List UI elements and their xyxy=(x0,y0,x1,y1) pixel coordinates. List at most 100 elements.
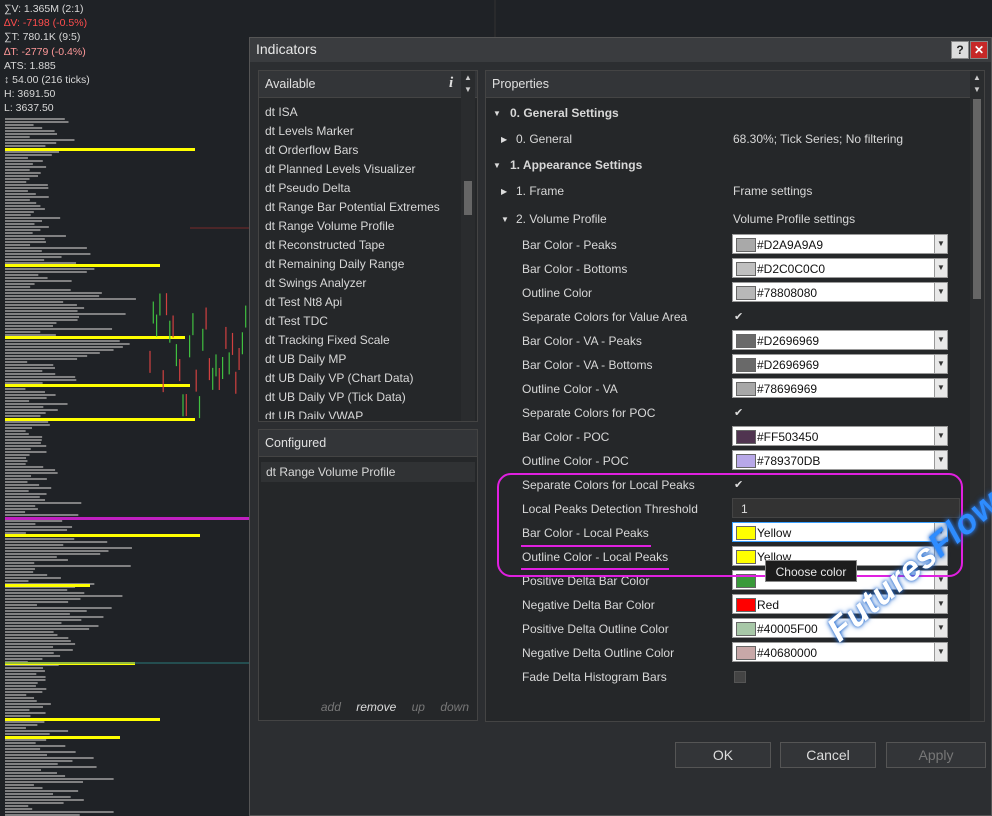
property-row[interactable]: Fade Delta Histogram Bars xyxy=(486,665,962,689)
available-scrollbar[interactable]: ▲ ▼ xyxy=(461,71,475,421)
available-item[interactable]: dt Levels Marker xyxy=(265,122,465,141)
property-row[interactable]: Bar Color - POC #FF503450 ▼ xyxy=(486,425,962,449)
property-row[interactable]: Bar Color - Bottoms #D2C0C0C0 ▼ xyxy=(486,257,962,281)
property-row[interactable]: ▼ 1. Appearance Settings xyxy=(486,153,962,177)
dropdown-arrow-icon[interactable]: ▼ xyxy=(934,355,947,373)
color-value: #78696969 xyxy=(757,382,818,396)
scroll-up-icon[interactable]: ▲ xyxy=(973,73,981,82)
property-label: Negative Delta Outline Color xyxy=(522,646,675,660)
dropdown-arrow-icon[interactable]: ▼ xyxy=(934,331,947,349)
add-button[interactable]: add xyxy=(321,700,341,714)
scroll-up-icon[interactable]: ▲ xyxy=(464,73,472,82)
available-item[interactable]: dt Orderflow Bars xyxy=(265,141,465,160)
color-picker[interactable]: #D2A9A9A9 ▼ xyxy=(732,234,948,254)
property-row[interactable]: ▶ 0. General 68.30%; Tick Series; No filte… xyxy=(486,127,962,151)
dropdown-arrow-icon[interactable]: ▼ xyxy=(934,643,947,661)
color-picker[interactable]: #D2696969 ▼ xyxy=(732,354,948,374)
property-row[interactable]: ▼ 0. General Settings xyxy=(486,101,962,125)
available-item[interactable]: dt Test Nt8 Api xyxy=(265,293,465,312)
histogram-bar xyxy=(5,796,71,798)
checkbox[interactable] xyxy=(734,671,746,683)
available-item[interactable]: dt UB Daily VP (Chart Data) xyxy=(265,369,465,388)
property-label: Separate Colors for Value Area xyxy=(522,310,688,324)
histogram-bar xyxy=(5,763,58,765)
checkbox[interactable]: ✔ xyxy=(734,406,743,419)
property-row[interactable]: ▶ 1. Frame Frame settings xyxy=(486,179,962,203)
available-item[interactable]: dt Range Volume Profile xyxy=(265,217,465,236)
property-row[interactable]: Outline Color - VA #78696969 ▼ xyxy=(486,377,962,401)
color-picker[interactable]: #FF503450 ▼ xyxy=(732,426,948,446)
property-row[interactable]: Separate Colors for Value Area ✔ xyxy=(486,305,962,329)
remove-button[interactable]: remove xyxy=(356,700,396,714)
available-item[interactable]: dt UB Daily VWAP xyxy=(265,407,465,419)
histogram-bar xyxy=(5,205,41,207)
histogram-bar xyxy=(5,340,120,342)
scroll-thumb[interactable] xyxy=(973,99,981,299)
color-picker[interactable]: #D2696969 ▼ xyxy=(732,330,948,350)
collapse-arrow-icon[interactable]: ▶ xyxy=(501,135,507,144)
available-item[interactable]: dt Tracking Fixed Scale xyxy=(265,331,465,350)
down-button[interactable]: down xyxy=(440,700,469,714)
info-icon[interactable]: i xyxy=(449,75,453,92)
property-row[interactable]: Bar Color - VA - Peaks #D2696969 ▼ xyxy=(486,329,962,353)
available-item[interactable]: dt Pseudo Delta xyxy=(265,179,465,198)
available-item[interactable]: dt Swings Analyzer xyxy=(265,274,465,293)
dropdown-arrow-icon[interactable]: ▼ xyxy=(934,283,947,301)
scroll-down-icon[interactable]: ▼ xyxy=(464,85,472,94)
histogram-bar xyxy=(5,631,54,633)
expand-arrow-icon[interactable]: ▼ xyxy=(493,109,501,118)
dropdown-arrow-icon[interactable]: ▼ xyxy=(934,235,947,253)
dropdown-arrow-icon[interactable]: ▼ xyxy=(934,427,947,445)
property-row[interactable]: Outline Color - POC #789370DB ▼ xyxy=(486,449,962,473)
cancel-button[interactable]: Cancel xyxy=(780,742,876,768)
color-picker[interactable]: #D2C0C0C0 ▼ xyxy=(732,258,948,278)
scroll-thumb[interactable] xyxy=(464,181,472,215)
available-item[interactable]: dt ISA xyxy=(265,103,465,122)
histogram-bar xyxy=(5,271,87,273)
histogram-bar xyxy=(5,223,35,225)
properties-scrollbar[interactable]: ▲ ▼ xyxy=(970,71,984,721)
color-picker[interactable]: #78696969 ▼ xyxy=(732,378,948,398)
available-item[interactable]: dt UB Daily MP xyxy=(265,350,465,369)
histogram-bar xyxy=(5,571,34,573)
available-item[interactable]: dt Range Bar Potential Extremes xyxy=(265,198,465,217)
property-row[interactable]: Bar Color - Peaks #D2A9A9A9 ▼ xyxy=(486,233,962,257)
available-item[interactable]: dt UB Daily VP (Tick Data) xyxy=(265,388,465,407)
histogram-bar xyxy=(5,352,100,354)
available-item[interactable]: dt Reconstructed Tape xyxy=(265,236,465,255)
ok-button[interactable]: OK xyxy=(675,742,771,768)
color-value: #FF503450 xyxy=(757,430,819,444)
dropdown-arrow-icon[interactable]: ▼ xyxy=(934,451,947,469)
scroll-down-icon[interactable]: ▼ xyxy=(973,85,981,94)
available-item[interactable]: dt Remaining Daily Range xyxy=(265,255,465,274)
color-picker[interactable]: #78808080 ▼ xyxy=(732,282,948,302)
property-row[interactable]: ▼ 2. Volume Profile Volume Profile setting… xyxy=(486,207,962,231)
color-picker[interactable]: #789370DB ▼ xyxy=(732,450,948,470)
property-row[interactable]: Negative Delta Outline Color #40680000 ▼ xyxy=(486,641,962,665)
checkbox[interactable]: ✔ xyxy=(734,310,743,323)
histogram-bar xyxy=(5,673,37,675)
property-row[interactable]: Outline Color #78808080 ▼ xyxy=(486,281,962,305)
help-button[interactable]: ? xyxy=(951,41,969,59)
histogram-bar xyxy=(5,220,42,222)
dropdown-arrow-icon[interactable]: ▼ xyxy=(934,619,947,637)
property-row[interactable]: Bar Color - VA - Bottoms #D2696969 ▼ xyxy=(486,353,962,377)
histogram-bar xyxy=(5,442,41,444)
histogram-bar xyxy=(5,211,34,213)
expand-arrow-icon[interactable]: ▼ xyxy=(493,161,501,170)
expand-arrow-icon[interactable]: ▼ xyxy=(501,215,509,224)
up-button[interactable]: up xyxy=(412,700,425,714)
available-item[interactable]: dt Planned Levels Visualizer xyxy=(265,160,465,179)
collapse-arrow-icon[interactable]: ▶ xyxy=(501,187,507,196)
property-row[interactable]: Separate Colors for POC ✔ xyxy=(486,401,962,425)
property-label: Outline Color - VA xyxy=(522,382,618,396)
histogram-bar xyxy=(5,703,51,705)
available-item[interactable]: dt Test TDC xyxy=(265,312,465,331)
dialog-title-bar[interactable]: Indicators ? ✕ xyxy=(250,38,991,62)
dropdown-arrow-icon[interactable]: ▼ xyxy=(934,379,947,397)
apply-button[interactable]: Apply xyxy=(886,742,986,768)
histogram-bar xyxy=(5,172,41,174)
configured-item[interactable]: dt Range Volume Profile xyxy=(261,462,475,482)
dropdown-arrow-icon[interactable]: ▼ xyxy=(934,259,947,277)
close-button[interactable]: ✕ xyxy=(970,41,988,59)
